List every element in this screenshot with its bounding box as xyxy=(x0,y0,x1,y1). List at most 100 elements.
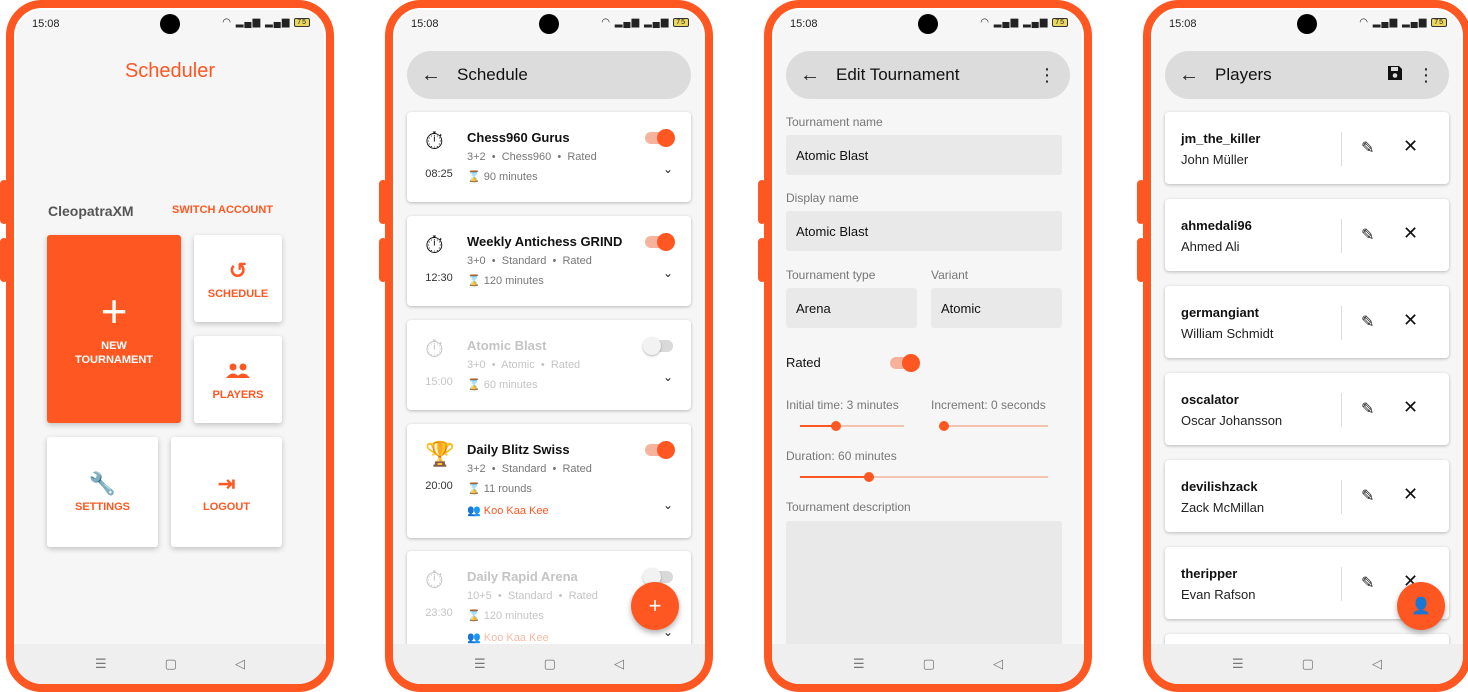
tournament-enabled-toggle[interactable] xyxy=(645,441,675,459)
battery-icon: 75 xyxy=(1431,17,1447,27)
settings-tile[interactable]: 🔧 SETTINGS xyxy=(47,437,158,547)
divider xyxy=(1341,306,1342,340)
divider xyxy=(1341,567,1342,601)
players-tile[interactable]: PLAYERS xyxy=(194,336,282,423)
tournament-description-label: Tournament description xyxy=(786,500,911,514)
tournament-name-input[interactable]: Atomic Blast xyxy=(786,135,1062,175)
tournament-type-select[interactable]: Arena xyxy=(786,288,917,328)
logout-tile[interactable]: ⇥ LOGOUT xyxy=(171,437,282,547)
system-nav-bar: ☰ ▢ ◁ xyxy=(393,644,705,684)
chevron-down-icon[interactable]: ⌄ xyxy=(663,162,673,176)
display-name-input[interactable]: Atomic Blast xyxy=(786,211,1062,251)
player-username: jm_the_killer xyxy=(1181,131,1261,146)
status-bar: 15:08 ◠ ▂▄▆ ▂▄▆ 75 xyxy=(1151,8,1463,44)
back-triangle-icon[interactable]: ◁ xyxy=(1372,656,1382,672)
slider-thumb[interactable] xyxy=(939,421,949,431)
close-icon[interactable]: ✕ xyxy=(1403,136,1418,157)
variant-label: Variant xyxy=(931,268,969,282)
slider-thumb[interactable] xyxy=(864,472,875,482)
switch-account-button[interactable]: SWITCH ACCOUNT xyxy=(172,204,273,216)
rated-label: Rated xyxy=(786,355,821,370)
chevron-down-icon[interactable]: ⌄ xyxy=(663,266,673,280)
player-name: John Müller xyxy=(1181,152,1249,167)
edit-pencil-icon[interactable]: ✎ xyxy=(1361,225,1374,245)
player-username: devilishzack xyxy=(1181,479,1258,494)
hourglass-icon: ⌛ xyxy=(467,379,481,391)
tournament-type-label: Tournament type xyxy=(786,268,876,282)
tournament-card[interactable]: ⏱ 08:25 Chess960 Gurus 3+2 • Chess960 • Rat… xyxy=(407,112,691,202)
back-triangle-icon[interactable]: ◁ xyxy=(993,656,1003,672)
tournament-team: 👥 Koo Kaa Kee xyxy=(467,504,549,517)
hourglass-icon: ⌛ xyxy=(467,483,481,495)
tournament-duration: ⌛ 120 minutes xyxy=(467,609,544,622)
signal-icon: ▂▄▆ xyxy=(235,17,262,28)
player-name: Oscar Johansson xyxy=(1181,413,1283,428)
player-card: germangiant William Schmidt ✎ ✕ xyxy=(1165,286,1449,358)
slider-thumb[interactable] xyxy=(831,421,842,431)
chevron-down-icon[interactable]: ⌄ xyxy=(663,498,673,512)
signal-icon: ▂▄▆ xyxy=(643,17,670,28)
add-player-fab[interactable]: 👤 xyxy=(1397,582,1445,630)
system-nav-bar: ☰ ▢ ◁ xyxy=(772,644,1084,684)
menu-icon[interactable]: ☰ xyxy=(853,656,865,672)
back-arrow-icon[interactable]: ← xyxy=(800,64,836,87)
logout-icon: ⇥ xyxy=(217,471,236,496)
close-icon[interactable]: ✕ xyxy=(1403,223,1418,244)
new-tournament-label: NEW TOURNAMENT xyxy=(74,340,153,366)
camera-cutout xyxy=(160,14,180,34)
home-icon[interactable]: ▢ xyxy=(923,656,935,672)
status-time: 15:08 xyxy=(1169,18,1197,30)
schedule-tile[interactable]: ↺ SCHEDULE xyxy=(194,235,282,322)
player-username: oscalator xyxy=(1181,392,1239,407)
menu-icon[interactable]: ☰ xyxy=(474,656,486,672)
tournament-meta: 10+5 • Standard • Rated xyxy=(467,590,598,602)
more-vert-icon[interactable]: ⋮ xyxy=(1417,65,1435,86)
chevron-down-icon[interactable]: ⌄ xyxy=(663,370,673,384)
save-icon[interactable] xyxy=(1387,65,1403,86)
app-bar: ← Players ⋮ xyxy=(1165,51,1449,99)
player-username: germangiant xyxy=(1181,305,1260,320)
divider xyxy=(1341,480,1342,514)
back-arrow-icon[interactable]: ← xyxy=(421,64,457,87)
edit-pencil-icon[interactable]: ✎ xyxy=(1361,312,1374,332)
tournament-enabled-toggle[interactable] xyxy=(643,337,673,355)
variant-select[interactable]: Atomic xyxy=(931,288,1062,328)
home-icon[interactable]: ▢ xyxy=(165,656,177,672)
camera-cutout xyxy=(539,14,559,34)
status-icons: ◠ ▂▄▆ ▂▄▆ 75 xyxy=(601,17,689,28)
more-vert-icon[interactable]: ⋮ xyxy=(1038,65,1056,86)
wrench-icon: 🔧 xyxy=(88,471,117,496)
tournament-card[interactable]: ⏱ 15:00 Atomic Blast 3+0 • Atomic • Rated ⌛ … xyxy=(407,320,691,410)
add-tournament-fab[interactable]: + xyxy=(631,582,679,630)
edit-pencil-icon[interactable]: ✎ xyxy=(1361,399,1374,419)
increment-slider[interactable] xyxy=(939,421,1048,431)
player-card: oscalator Oscar Johansson ✎ ✕ xyxy=(1165,373,1449,445)
tournament-enabled-toggle[interactable] xyxy=(643,568,673,586)
close-icon[interactable]: ✕ xyxy=(1403,484,1418,505)
duration-slider[interactable] xyxy=(800,472,1048,482)
new-tournament-tile[interactable]: + NEW TOURNAMENT xyxy=(47,235,181,423)
tournament-card[interactable]: 🏆 20:00 Daily Blitz Swiss 3+2 • Standard • … xyxy=(407,424,691,538)
close-icon[interactable]: ✕ xyxy=(1403,310,1418,331)
home-icon[interactable]: ▢ xyxy=(1302,656,1314,672)
edit-pencil-icon[interactable]: ✎ xyxy=(1361,486,1374,506)
players-label: PLAYERS xyxy=(212,388,264,401)
tournament-description-input[interactable] xyxy=(786,521,1062,645)
initial-time-slider[interactable] xyxy=(800,421,904,431)
tournament-enabled-toggle[interactable] xyxy=(645,129,675,147)
menu-icon[interactable]: ☰ xyxy=(95,656,107,672)
menu-icon[interactable]: ☰ xyxy=(1232,656,1244,672)
rated-toggle[interactable] xyxy=(890,354,920,372)
tournament-enabled-toggle[interactable] xyxy=(645,233,675,251)
edit-pencil-icon[interactable]: ✎ xyxy=(1361,138,1374,158)
wifi-icon: ◠ xyxy=(980,17,990,28)
back-arrow-icon[interactable]: ← xyxy=(1179,64,1215,87)
tournament-card[interactable]: ⏱ 12:30 Weekly Antichess GRIND 3+0 • Standa… xyxy=(407,216,691,306)
close-icon[interactable]: ✕ xyxy=(1403,397,1418,418)
back-triangle-icon[interactable]: ◁ xyxy=(614,656,624,672)
back-triangle-icon[interactable]: ◁ xyxy=(235,656,245,672)
player-card: ahmedali96 Ahmed Ali ✎ ✕ xyxy=(1165,199,1449,271)
edit-pencil-icon[interactable]: ✎ xyxy=(1361,573,1374,593)
wifi-icon: ◠ xyxy=(222,17,232,28)
home-icon[interactable]: ▢ xyxy=(544,656,556,672)
